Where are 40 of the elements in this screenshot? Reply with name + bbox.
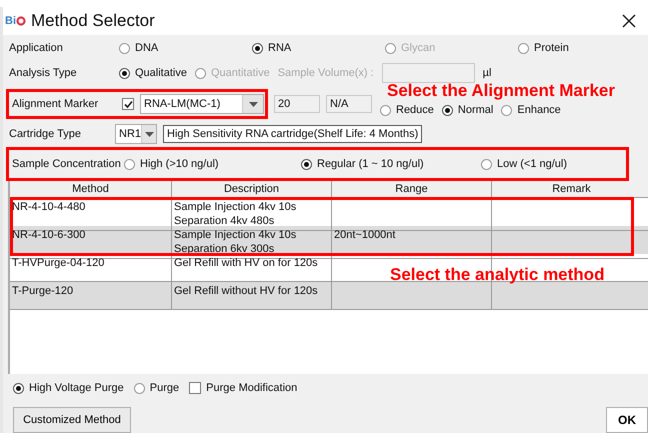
caret-icon	[248, 102, 258, 106]
input-field[interactable]	[382, 63, 475, 83]
radio-button[interactable]: Enhance	[501, 104, 561, 116]
radio-button[interactable]: Low (<1 ng/ul)	[481, 158, 621, 170]
table-cell: T-Purge-120	[10, 282, 172, 310]
ring-icon	[16, 16, 26, 26]
dropdown[interactable]: RNA-LM(MC-1)	[140, 94, 264, 114]
radio-button[interactable]: Reduce	[380, 104, 434, 116]
annotation-text: Select the Alignment Marker	[387, 81, 615, 101]
input-field[interactable]: 20	[274, 95, 320, 113]
caret-icon	[144, 132, 154, 136]
radio-button[interactable]: Regular (1 ~ 10 ng/ul)	[301, 158, 481, 170]
field-label: Cartridge Type	[9, 128, 82, 140]
customized-method-button[interactable]: Customized Method	[13, 407, 131, 433]
app-logo: Bi	[5, 15, 16, 27]
input-field[interactable]: N/A	[326, 95, 372, 113]
radio-button[interactable]: High (>10 ng/ul)	[124, 158, 301, 170]
field-label: Application	[9, 42, 64, 54]
radio-button[interactable]: RNA	[252, 42, 385, 54]
unit-label: µl	[482, 67, 492, 79]
close-icon[interactable]	[622, 14, 636, 28]
field-label: Alignment Marker	[12, 98, 100, 110]
radio-button[interactable]: Qualitative	[119, 67, 187, 79]
table-cell: Gel Refill without HV for 120s	[172, 282, 332, 310]
ok-button[interactable]: OK	[606, 407, 648, 433]
radio-button[interactable]: Protein	[518, 42, 648, 54]
radio-button[interactable]: Normal	[442, 104, 494, 116]
window-title: Method Selector	[31, 11, 155, 31]
input-field: High Sensitivity RNA cartridge(Shelf Life: 4 Months)	[163, 125, 422, 143]
radio-button[interactable]: Purge	[134, 382, 180, 394]
radio-button[interactable]: DNA	[119, 42, 252, 54]
radio-button[interactable]: High Voltage Purge	[13, 382, 124, 394]
field-label: Sample Volume(x) :	[278, 67, 374, 79]
checkbox[interactable]: Purge Modification	[189, 382, 298, 394]
field-label: Sample Concentration	[12, 158, 122, 170]
dropdown[interactable]: NR1	[115, 124, 157, 144]
table-row[interactable]: T-Purge-120 Gel Refill without HV for 120s	[10, 282, 648, 310]
annotation-text: Select the analytic method	[390, 265, 604, 285]
field-label: Analysis Type	[9, 67, 78, 79]
checkbox[interactable]	[122, 98, 134, 110]
